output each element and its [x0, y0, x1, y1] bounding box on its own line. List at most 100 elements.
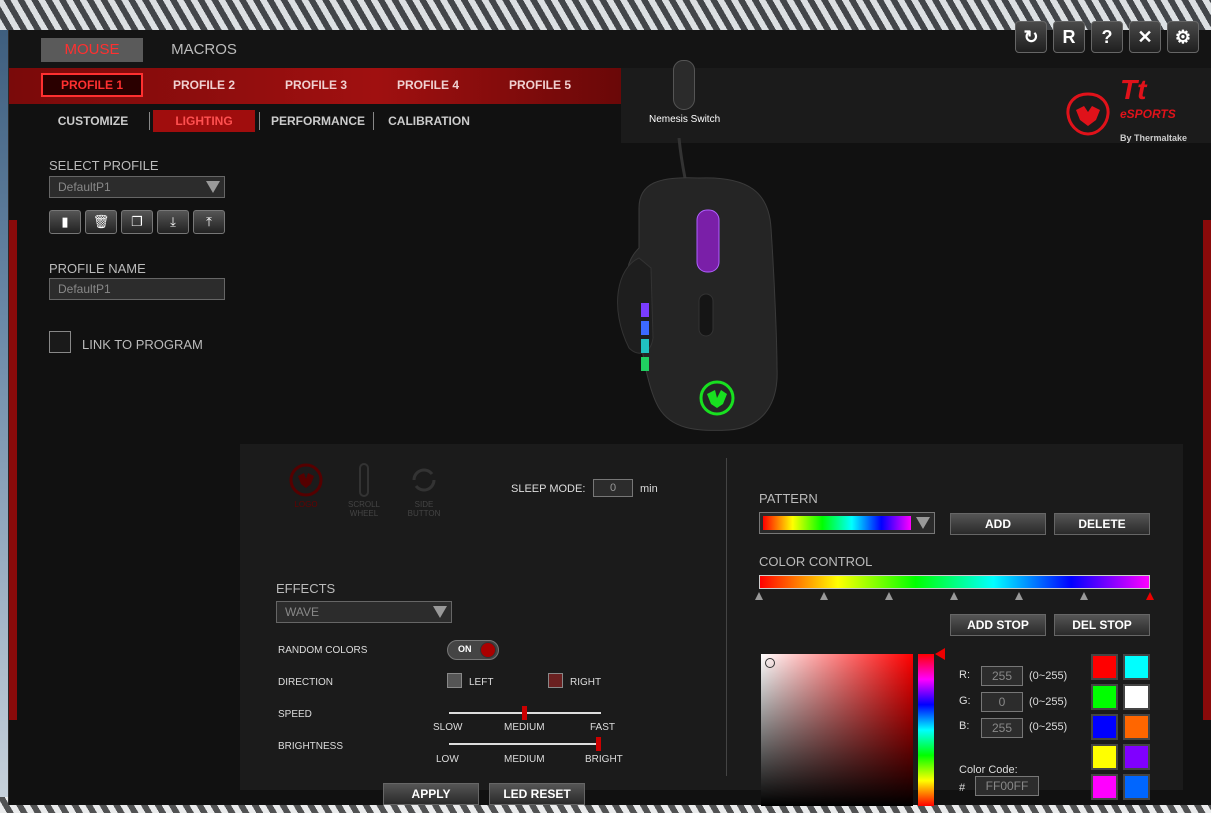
color-swatch[interactable]	[1123, 714, 1150, 740]
brightness-slider-track[interactable]	[449, 743, 601, 745]
profile-tab-3[interactable]: PROFILE 3	[265, 73, 367, 97]
profile-name-input[interactable]: DefaultP1	[49, 278, 225, 300]
zone-side-button[interactable]: SIDE BUTTON	[398, 462, 450, 518]
lighting-panel: LOGO SCROLL WHEEL SIDE BUTTON SLEEP MODE…	[240, 444, 1183, 806]
color-swatch[interactable]	[1091, 654, 1118, 680]
tab-lighting[interactable]: LIGHTING	[153, 110, 255, 132]
color-swatch[interactable]	[1123, 684, 1150, 710]
reset-icon[interactable]: R	[1053, 21, 1085, 53]
chevron-down-icon	[433, 606, 447, 618]
brand-name: Tt	[1119, 74, 1147, 105]
new-profile-icon[interactable]: ▮	[49, 210, 81, 234]
app-window: MOUSE MACROS Nemesis Switch ↻ R ? ✕ ⚙ Tt…	[8, 21, 1211, 806]
divider	[373, 112, 374, 130]
pattern-gradient	[763, 516, 911, 530]
color-code-label: Color Code:	[959, 764, 1018, 776]
color-control-bar[interactable]	[759, 575, 1150, 589]
tab-mouse[interactable]: MOUSE	[41, 38, 143, 62]
chevron-down-icon	[206, 181, 220, 193]
color-picker-square[interactable]	[761, 654, 913, 806]
profile-tab-2[interactable]: PROFILE 2	[153, 73, 255, 97]
zone-scroll-wheel[interactable]: SCROLL WHEEL	[342, 462, 386, 518]
speed-tick-medium: MEDIUM	[504, 722, 545, 733]
color-stop[interactable]	[1015, 592, 1023, 600]
brightness-slider-thumb[interactable]	[596, 737, 601, 751]
tab-calibration[interactable]: CALIBRATION	[379, 110, 479, 132]
add-stop-button[interactable]: ADD STOP	[950, 614, 1046, 636]
close-icon[interactable]: ✕	[1129, 21, 1161, 53]
tab-macros[interactable]: MACROS	[153, 38, 255, 62]
link-to-program-checkbox[interactable]	[49, 331, 71, 353]
color-stop[interactable]	[950, 592, 958, 600]
del-stop-button[interactable]: DEL STOP	[1054, 614, 1150, 636]
divider	[726, 458, 727, 776]
g-input[interactable]: 0	[981, 692, 1023, 712]
r-input[interactable]: 255	[981, 666, 1023, 686]
profile-tab-5[interactable]: PROFILE 5	[489, 73, 591, 97]
zone-side-label: SIDE BUTTON	[407, 500, 441, 518]
profile-bar: PROFILE 1 PROFILE 2 PROFILE 3 PROFILE 4 …	[9, 68, 621, 104]
tab-performance[interactable]: PERFORMANCE	[265, 110, 371, 132]
color-swatch[interactable]	[1091, 714, 1118, 740]
left-accent	[9, 220, 17, 720]
color-stop-selected[interactable]	[1146, 592, 1154, 600]
upload-icon[interactable]: ⤒	[193, 210, 225, 234]
color-swatch[interactable]	[1091, 744, 1118, 770]
profile-select[interactable]: DefaultP1	[49, 176, 225, 198]
color-stop[interactable]	[885, 592, 893, 600]
brand-text: Tt eSPORTS By Thermaltake	[1120, 76, 1187, 150]
hue-slider[interactable]	[918, 654, 934, 806]
profile-tab-1[interactable]: PROFILE 1	[41, 73, 143, 97]
random-colors-toggle[interactable]: ON	[447, 640, 499, 660]
trash-icon[interactable]: 🗑	[85, 210, 117, 234]
profile-tab-4[interactable]: PROFILE 4	[377, 73, 479, 97]
random-colors-label: RANDOM COLORS	[278, 645, 368, 656]
copy-icon[interactable]: ❐	[121, 210, 153, 234]
device-name: Nemesis Switch	[649, 114, 721, 125]
add-pattern-button[interactable]: ADD	[950, 513, 1046, 535]
brand-logo: Tt eSPORTS By Thermaltake	[1064, 76, 1187, 150]
color-code-input[interactable]: FF00FF	[975, 776, 1039, 796]
zone-logo-label: LOGO	[294, 500, 318, 509]
b-input[interactable]: 255	[981, 718, 1023, 738]
r-range: (0~255)	[1029, 670, 1068, 682]
sleep-mode-input[interactable]: 0	[593, 479, 633, 497]
color-swatch[interactable]	[1123, 744, 1150, 770]
color-control-label: COLOR CONTROL	[759, 554, 873, 569]
color-swatch[interactable]	[1123, 654, 1150, 680]
color-swatch[interactable]	[1123, 774, 1150, 800]
direction-left-label: LEFT	[469, 677, 494, 688]
picker-cursor[interactable]	[765, 658, 775, 668]
led-reset-button[interactable]: LED RESET	[489, 783, 585, 805]
settings-icon[interactable]: ⚙	[1167, 21, 1199, 53]
brightness-tick-medium: MEDIUM	[504, 754, 545, 765]
g-range: (0~255)	[1029, 696, 1068, 708]
direction-right-radio[interactable]	[548, 673, 563, 688]
direction-left-radio[interactable]	[447, 673, 462, 688]
pattern-label: PATTERN	[759, 491, 818, 506]
color-swatch[interactable]	[1091, 774, 1118, 800]
color-stop[interactable]	[1080, 592, 1088, 600]
download-icon[interactable]: ⤓	[157, 210, 189, 234]
pattern-select[interactable]	[759, 512, 935, 534]
logo-zone-icon	[289, 463, 323, 497]
color-swatch[interactable]	[1091, 684, 1118, 710]
profile-name-label: PROFILE NAME	[49, 261, 146, 276]
effects-label: EFFECTS	[276, 581, 336, 596]
tab-customize[interactable]: CUSTOMIZE	[47, 110, 139, 132]
help-icon[interactable]: ?	[1091, 21, 1123, 53]
color-stop[interactable]	[755, 592, 763, 600]
hue-slider-arrow[interactable]	[935, 648, 945, 660]
apply-button[interactable]: APPLY	[383, 783, 479, 805]
effects-select[interactable]: WAVE	[276, 601, 452, 623]
delete-pattern-button[interactable]: DELETE	[1054, 513, 1150, 535]
speed-slider-thumb[interactable]	[522, 706, 527, 720]
zone-logo[interactable]: LOGO	[284, 462, 328, 509]
refresh-icon[interactable]: ↻	[1015, 21, 1047, 53]
sleep-mode-label: SLEEP MODE:	[511, 483, 586, 495]
b-range: (0~255)	[1029, 721, 1068, 733]
direction-right-label: RIGHT	[570, 677, 602, 688]
g-label: G:	[959, 695, 971, 707]
profile-select-value: DefaultP1	[58, 180, 111, 194]
color-stop[interactable]	[820, 592, 828, 600]
